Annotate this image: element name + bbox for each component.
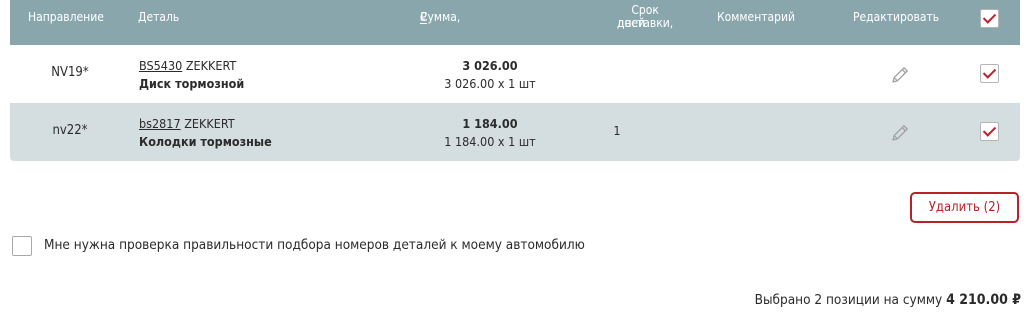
pencil-icon[interactable] [889, 64, 911, 90]
table-row: NV19* BS5430 ZEKKERT Диск тормозной 3 02… [10, 45, 1020, 103]
part-brand: ZEKKERT [185, 58, 237, 73]
part-article-link[interactable]: BS5430 [139, 58, 182, 73]
row-checkbox[interactable] [980, 122, 999, 141]
selection-summary: Выбрано 2 позиции на сумму 4 210.00 ₽ [755, 292, 1021, 308]
header-detail: Деталь [138, 10, 180, 24]
row-detail: bs2817 ZEKKERT Колодки тормозные [139, 115, 272, 151]
table-row: nv22* bs2817 ZEKKERT Колодки тормозные 1… [10, 103, 1020, 161]
verify-parts-label[interactable]: Мне нужна проверка правильности подбора … [44, 237, 585, 253]
cart-table: Направление Деталь Сумма, ₽ Срок доставк… [10, 0, 1020, 161]
select-all-checkbox[interactable] [980, 9, 999, 28]
delete-selected-button[interactable]: Удалить (2) [910, 192, 1019, 223]
row-checkbox[interactable] [980, 64, 999, 83]
row-direction: NV19* [51, 65, 89, 80]
header-comment: Комментарий [717, 10, 796, 24]
row-sum-total: 3 026.00 [462, 58, 518, 73]
part-brand: ZEKKERT [184, 116, 235, 131]
part-article-link[interactable]: bs2817 [139, 116, 181, 131]
header-term-line2: дней [617, 16, 646, 30]
summary-text: Выбрано 2 позиции на сумму [754, 292, 943, 308]
row-sum-detail: 3 026.00 x 1 шт [444, 76, 536, 91]
header-sum-label: Сумма, [420, 10, 461, 24]
row-sum: 3 026.00 3 026.00 x 1 шт [380, 57, 600, 93]
row-direction: nv22* [52, 123, 88, 138]
row-delivery-term: 1 [613, 123, 621, 138]
table-header: Направление Деталь Сумма, ₽ Срок доставк… [10, 0, 1020, 45]
verify-parts-checkbox[interactable] [12, 236, 32, 256]
pencil-icon[interactable] [889, 122, 911, 148]
summary-amount: 4 210.00 ₽ [946, 292, 1021, 308]
part-name: Диск тормозной [139, 76, 245, 91]
part-name: Колодки тормозные [139, 134, 272, 149]
header-edit: Редактировать [853, 10, 940, 24]
header-delivery-term: Срок доставки, дней [562, 4, 673, 30]
header-direction: Направление [28, 10, 104, 24]
row-detail: BS5430 ZEKKERT Диск тормозной [139, 57, 244, 93]
header-sum[interactable]: Сумма, ₽ [420, 10, 460, 24]
